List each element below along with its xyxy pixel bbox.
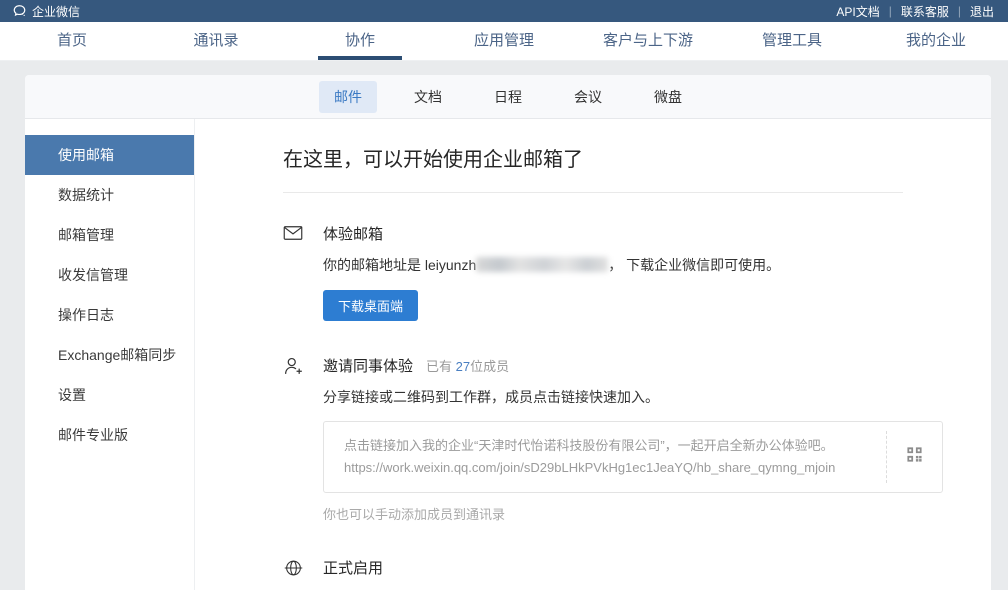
nav-item-my-company[interactable]: 我的企业	[864, 22, 1008, 60]
trial-title: 体验邮箱	[323, 223, 991, 244]
nav-item-app-management[interactable]: 应用管理	[432, 22, 576, 60]
qr-code-button[interactable]	[886, 422, 942, 492]
page-title: 在这里，可以开始使用企业邮箱了	[283, 143, 991, 172]
nav-item-customers[interactable]: 客户与上下游	[576, 22, 720, 60]
launch-orbit-icon	[283, 557, 323, 590]
contact-support-link[interactable]: 联系客服	[901, 3, 949, 20]
app-logo-label: 企业微信	[32, 3, 80, 20]
envelope-icon	[283, 223, 323, 321]
sidebar-item-use-mailbox[interactable]: 使用邮箱	[25, 135, 194, 175]
trial-desc: 你的邮箱地址是 leiyunzh ， 下载企业微信即可使用。	[323, 255, 991, 275]
collaboration-tabstrip: 邮件 文档 日程 会议 微盘	[25, 75, 991, 119]
invite-title-row: 邀请同事体验 已有 27位成员	[323, 355, 991, 376]
invite-desc: 分享链接或二维码到工作群，成员点击链接快速加入。	[323, 387, 991, 407]
api-docs-link[interactable]: API文档	[836, 3, 879, 20]
section-trial-body: 体验邮箱 你的邮箱地址是 leiyunzh ， 下载企业微信即可使用。 下载桌面端	[323, 223, 991, 321]
sidebar-item-operation-log[interactable]: 操作日志	[25, 295, 194, 335]
share-invite-url: https://work.weixin.qq.com/join/sD29bLHk…	[344, 457, 868, 479]
topbar: 企业微信 API文档 | 联系客服 | 退出	[0, 0, 1008, 22]
activate-title: 正式启用	[323, 557, 991, 578]
section-invite-body: 邀请同事体验 已有 27位成员 分享链接或二维码到工作群，成员点击链接快速加入。…	[323, 355, 991, 523]
app-logo[interactable]: 企业微信	[12, 3, 80, 20]
manual-add-note: 你也可以手动添加成员到通讯录	[323, 504, 991, 523]
redacted-email	[476, 257, 608, 272]
nav-item-admin-tools[interactable]: 管理工具	[720, 22, 864, 60]
sidebar-item-send-receive[interactable]: 收发信管理	[25, 255, 194, 295]
topbar-separator: |	[958, 4, 961, 18]
member-count-suffix: 位成员	[470, 359, 509, 374]
sections: 体验邮箱 你的邮箱地址是 leiyunzh ， 下载企业微信即可使用。 下载桌面端	[283, 223, 991, 590]
topbar-links: API文档 | 联系客服 | 退出	[836, 3, 994, 20]
member-count-badge: 已有 27位成员	[426, 356, 509, 375]
content-card: 邮件 文档 日程 会议 微盘 使用邮箱 数据统计 邮箱管理 收发信管理 操作日志…	[25, 75, 991, 590]
tab-meeting[interactable]: 会议	[559, 81, 617, 113]
nav-item-home[interactable]: 首页	[0, 22, 144, 60]
share-texts: 点击链接加入我的企业“天津时代怡诺科技股份有限公司”，一起开启全新办公体验吧。 …	[324, 422, 886, 492]
section-trial-mailbox: 体验邮箱 你的邮箱地址是 leiyunzh ， 下载企业微信即可使用。 下载桌面端	[283, 223, 991, 321]
divider	[283, 192, 903, 193]
topbar-separator: |	[889, 4, 892, 18]
tab-docs[interactable]: 文档	[399, 81, 457, 113]
section-invite: 邀请同事体验 已有 27位成员 分享链接或二维码到工作群，成员点击链接快速加入。…	[283, 355, 991, 523]
download-desktop-button[interactable]: 下载桌面端	[323, 290, 418, 321]
section-activate: 正式启用 请配置你的企业要使用的邮箱，以完成正式启用。	[283, 557, 991, 590]
sidebar-item-mailbox-management[interactable]: 邮箱管理	[25, 215, 194, 255]
sidebar-item-settings[interactable]: 设置	[25, 375, 194, 415]
wechat-work-logo-icon	[12, 4, 27, 18]
main-content: 在这里，可以开始使用企业邮箱了 体验邮箱 你的邮箱地址是 leiyunzh，	[195, 119, 991, 590]
tab-schedule[interactable]: 日程	[479, 81, 537, 113]
member-count-link[interactable]: 27	[456, 359, 470, 374]
add-person-icon	[283, 355, 323, 523]
mail-sidebar: 使用邮箱 数据统计 邮箱管理 收发信管理 操作日志 Exchange邮箱同步 设…	[25, 119, 195, 590]
card-body: 使用邮箱 数据统计 邮箱管理 收发信管理 操作日志 Exchange邮箱同步 设…	[25, 119, 991, 590]
trial-desc-before: 你的邮箱地址是 leiyunzh	[323, 257, 476, 273]
nav-item-contacts[interactable]: 通讯录	[144, 22, 288, 60]
section-activate-body: 正式启用 请配置你的企业要使用的邮箱，以完成正式启用。	[323, 557, 991, 590]
tab-mail[interactable]: 邮件	[319, 81, 377, 113]
logout-link[interactable]: 退出	[970, 3, 994, 20]
qrcode-icon	[906, 446, 923, 468]
tab-drive[interactable]: 微盘	[639, 81, 697, 113]
sidebar-item-statistics[interactable]: 数据统计	[25, 175, 194, 215]
share-link-box: 点击链接加入我的企业“天津时代怡诺科技股份有限公司”，一起开启全新办公体验吧。 …	[323, 421, 943, 493]
nav-item-collaboration[interactable]: 协作	[288, 22, 432, 60]
trial-desc-after: ， 下载企业微信即可使用。	[608, 257, 780, 273]
primary-nav: 首页 通讯录 协作 应用管理 客户与上下游 管理工具 我的企业	[0, 22, 1008, 61]
sidebar-item-exchange-sync[interactable]: Exchange邮箱同步	[25, 335, 194, 375]
sidebar-item-mail-pro[interactable]: 邮件专业版	[25, 415, 194, 455]
invite-title: 邀请同事体验	[323, 355, 413, 376]
member-count-prefix: 已有	[426, 359, 456, 374]
share-invite-text: 点击链接加入我的企业“天津时代怡诺科技股份有限公司”，一起开启全新办公体验吧。	[344, 435, 868, 457]
